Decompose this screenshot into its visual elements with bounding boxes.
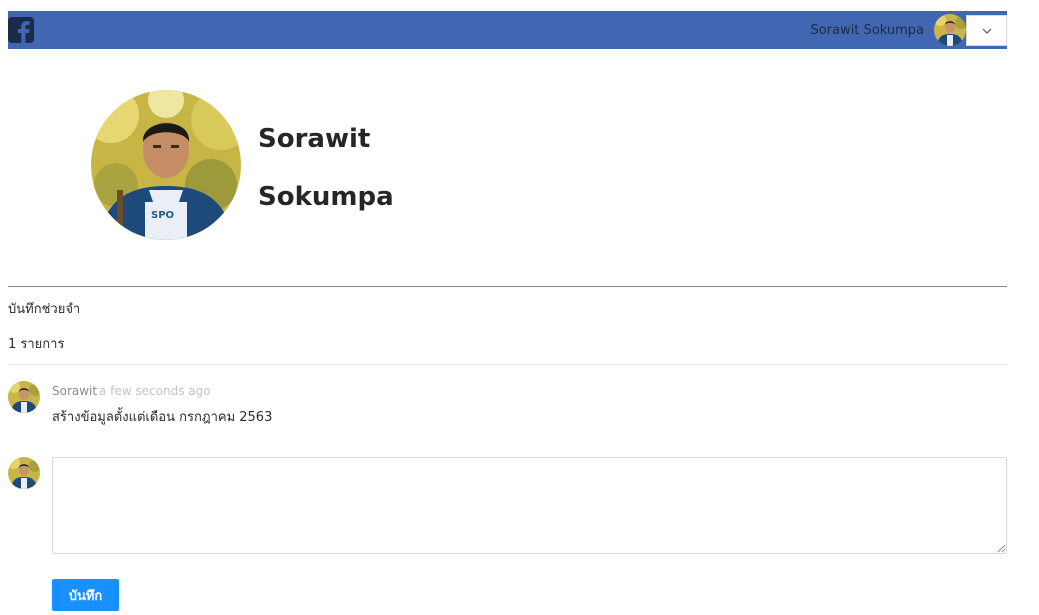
header-user-name[interactable]: Sorawit Sokumpa	[811, 23, 924, 38]
avatar-photo	[8, 381, 40, 413]
profile-first-name: Sorawit	[258, 124, 371, 154]
profile-name: Sorawit Sokumpa	[258, 110, 558, 226]
avatar-photo	[934, 14, 966, 46]
comment-avatar	[8, 381, 40, 413]
svg-text:SPO: SPO	[151, 210, 174, 221]
comment-time: a few seconds ago	[99, 384, 211, 398]
notes-title: บันทึกช่วยจำ	[8, 302, 81, 317]
profile-avatar: SPO	[91, 90, 241, 240]
profile-last-name: Sokumpa	[258, 182, 394, 212]
facebook-icon[interactable]	[8, 17, 34, 43]
comment-author[interactable]: Sorawit	[52, 384, 97, 398]
profile-photo: SPO	[91, 90, 241, 240]
section-divider	[8, 286, 1007, 287]
editor-avatar	[8, 457, 40, 489]
chevron-down-icon	[982, 28, 991, 34]
list-divider	[8, 364, 1007, 365]
save-button[interactable]: บันทึก	[52, 579, 119, 611]
header-avatar[interactable]	[934, 14, 966, 46]
page: Sorawit Sokumpa SPO Sorawit Sokumpa บันท…	[0, 0, 1039, 615]
avatar-photo	[8, 457, 40, 489]
comment-text: สร้างข้อมูลตั้งแต่เดือน กรกฎาคม 2563	[52, 410, 273, 425]
notes-count: 1 รายการ	[8, 337, 65, 352]
comment-textarea[interactable]	[52, 457, 1007, 554]
top-nav-bar: Sorawit Sokumpa	[8, 11, 1007, 49]
resize-handle-icon[interactable]	[996, 543, 1006, 553]
account-dropdown-button[interactable]	[966, 15, 1007, 46]
